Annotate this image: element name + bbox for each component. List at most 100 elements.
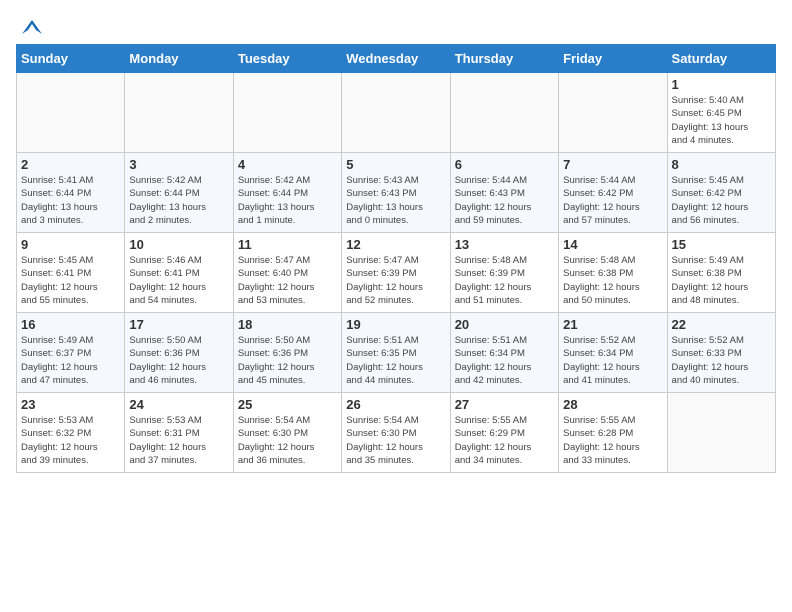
column-header-wednesday: Wednesday <box>342 45 450 73</box>
calendar-header-row: SundayMondayTuesdayWednesdayThursdayFrid… <box>17 45 776 73</box>
day-info: Sunrise: 5:50 AM Sunset: 6:36 PM Dayligh… <box>129 334 228 387</box>
calendar-day-cell: 6 Sunrise: 5:44 AM Sunset: 6:43 PM Daylig… <box>450 153 558 233</box>
day-number: 21 <box>563 317 662 332</box>
day-number: 10 <box>129 237 228 252</box>
calendar-day-cell: 14Sunrise: 5:48 AM Sunset: 6:38 PM Dayli… <box>559 233 667 313</box>
day-number: 22 <box>672 317 771 332</box>
calendar-day-cell: 15 Sunrise: 5:49 AM Sunset: 6:38 PM Dayli… <box>667 233 775 313</box>
calendar-day-cell: 25 Sunrise: 5:54 AM Sunset: 6:30 PM Dayli… <box>233 393 341 473</box>
day-number: 25 <box>238 397 337 412</box>
calendar-table: SundayMondayTuesdayWednesdayThursdayFrid… <box>16 44 776 473</box>
day-info: Sunrise: 5:46 AM Sunset: 6:41 PM Dayligh… <box>129 254 228 307</box>
calendar-day-cell: 23Sunrise: 5:53 AM Sunset: 6:32 PM Dayli… <box>17 393 125 473</box>
day-number: 26 <box>346 397 445 412</box>
calendar-day-cell: 20Sunrise: 5:51 AM Sunset: 6:34 PM Dayli… <box>450 313 558 393</box>
calendar-day-cell: 8 Sunrise: 5:45 AM Sunset: 6:42 PM Daylig… <box>667 153 775 233</box>
column-header-sunday: Sunday <box>17 45 125 73</box>
calendar-week-row: 23Sunrise: 5:53 AM Sunset: 6:32 PM Dayli… <box>17 393 776 473</box>
day-info: Sunrise: 5:55 AM Sunset: 6:29 PM Dayligh… <box>455 414 554 467</box>
day-number: 27 <box>455 397 554 412</box>
day-number: 24 <box>129 397 228 412</box>
day-info: Sunrise: 5:50 AM Sunset: 6:36 PM Dayligh… <box>238 334 337 387</box>
day-number: 17 <box>129 317 228 332</box>
day-number: 19 <box>346 317 445 332</box>
day-info: Sunrise: 5:40 AM Sunset: 6:45 PM Dayligh… <box>672 94 771 147</box>
calendar-day-cell: 3 Sunrise: 5:42 AM Sunset: 6:44 PM Daylig… <box>125 153 233 233</box>
column-header-thursday: Thursday <box>450 45 558 73</box>
calendar-day-cell: 7 Sunrise: 5:44 AM Sunset: 6:42 PM Daylig… <box>559 153 667 233</box>
day-number: 15 <box>672 237 771 252</box>
day-info: Sunrise: 5:42 AM Sunset: 6:44 PM Dayligh… <box>238 174 337 227</box>
day-info: Sunrise: 5:44 AM Sunset: 6:42 PM Dayligh… <box>563 174 662 227</box>
day-number: 13 <box>455 237 554 252</box>
day-number: 12 <box>346 237 445 252</box>
day-info: Sunrise: 5:45 AM Sunset: 6:42 PM Dayligh… <box>672 174 771 227</box>
day-info: Sunrise: 5:48 AM Sunset: 6:39 PM Dayligh… <box>455 254 554 307</box>
day-info: Sunrise: 5:55 AM Sunset: 6:28 PM Dayligh… <box>563 414 662 467</box>
calendar-day-cell <box>342 73 450 153</box>
calendar-day-cell: 16 Sunrise: 5:49 AM Sunset: 6:37 PM Dayli… <box>17 313 125 393</box>
calendar-day-cell: 24 Sunrise: 5:53 AM Sunset: 6:31 PM Dayli… <box>125 393 233 473</box>
day-number: 5 <box>346 157 445 172</box>
day-number: 8 <box>672 157 771 172</box>
calendar-day-cell <box>233 73 341 153</box>
calendar-day-cell <box>559 73 667 153</box>
calendar-day-cell <box>667 393 775 473</box>
calendar-week-row: 16 Sunrise: 5:49 AM Sunset: 6:37 PM Dayli… <box>17 313 776 393</box>
calendar-week-row: 2 Sunrise: 5:41 AM Sunset: 6:44 PM Daylig… <box>17 153 776 233</box>
column-header-friday: Friday <box>559 45 667 73</box>
calendar-week-row: 9 Sunrise: 5:45 AM Sunset: 6:41 PM Daylig… <box>17 233 776 313</box>
page-header <box>16 16 776 36</box>
calendar-day-cell: 12Sunrise: 5:47 AM Sunset: 6:39 PM Dayli… <box>342 233 450 313</box>
calendar-day-cell: 22 Sunrise: 5:52 AM Sunset: 6:33 PM Dayli… <box>667 313 775 393</box>
day-info: Sunrise: 5:44 AM Sunset: 6:43 PM Dayligh… <box>455 174 554 227</box>
calendar-day-cell: 17 Sunrise: 5:50 AM Sunset: 6:36 PM Dayli… <box>125 313 233 393</box>
day-number: 14 <box>563 237 662 252</box>
day-number: 16 <box>21 317 120 332</box>
calendar-day-cell: 21 Sunrise: 5:52 AM Sunset: 6:34 PM Dayli… <box>559 313 667 393</box>
day-info: Sunrise: 5:54 AM Sunset: 6:30 PM Dayligh… <box>346 414 445 467</box>
column-header-tuesday: Tuesday <box>233 45 341 73</box>
day-info: Sunrise: 5:52 AM Sunset: 6:34 PM Dayligh… <box>563 334 662 387</box>
day-number: 6 <box>455 157 554 172</box>
calendar-day-cell: 10 Sunrise: 5:46 AM Sunset: 6:41 PM Dayli… <box>125 233 233 313</box>
calendar-day-cell: 9 Sunrise: 5:45 AM Sunset: 6:41 PM Daylig… <box>17 233 125 313</box>
calendar-day-cell: 1Sunrise: 5:40 AM Sunset: 6:45 PM Daylig… <box>667 73 775 153</box>
day-number: 3 <box>129 157 228 172</box>
logo-bird-icon <box>18 16 46 36</box>
calendar-day-cell: 19 Sunrise: 5:51 AM Sunset: 6:35 PM Dayli… <box>342 313 450 393</box>
day-number: 28 <box>563 397 662 412</box>
day-info: Sunrise: 5:42 AM Sunset: 6:44 PM Dayligh… <box>129 174 228 227</box>
day-info: Sunrise: 5:45 AM Sunset: 6:41 PM Dayligh… <box>21 254 120 307</box>
calendar-day-cell: 4 Sunrise: 5:42 AM Sunset: 6:44 PM Daylig… <box>233 153 341 233</box>
calendar-day-cell <box>450 73 558 153</box>
day-info: Sunrise: 5:47 AM Sunset: 6:40 PM Dayligh… <box>238 254 337 307</box>
day-info: Sunrise: 5:43 AM Sunset: 6:43 PM Dayligh… <box>346 174 445 227</box>
day-number: 18 <box>238 317 337 332</box>
day-number: 7 <box>563 157 662 172</box>
day-number: 11 <box>238 237 337 252</box>
day-info: Sunrise: 5:41 AM Sunset: 6:44 PM Dayligh… <box>21 174 120 227</box>
day-info: Sunrise: 5:54 AM Sunset: 6:30 PM Dayligh… <box>238 414 337 467</box>
day-info: Sunrise: 5:49 AM Sunset: 6:38 PM Dayligh… <box>672 254 771 307</box>
day-info: Sunrise: 5:49 AM Sunset: 6:37 PM Dayligh… <box>21 334 120 387</box>
day-number: 4 <box>238 157 337 172</box>
day-number: 23 <box>21 397 120 412</box>
calendar-day-cell: 27 Sunrise: 5:55 AM Sunset: 6:29 PM Dayli… <box>450 393 558 473</box>
day-info: Sunrise: 5:51 AM Sunset: 6:34 PM Dayligh… <box>455 334 554 387</box>
calendar-day-cell: 18 Sunrise: 5:50 AM Sunset: 6:36 PM Dayli… <box>233 313 341 393</box>
day-number: 2 <box>21 157 120 172</box>
calendar-week-row: 1Sunrise: 5:40 AM Sunset: 6:45 PM Daylig… <box>17 73 776 153</box>
calendar-day-cell: 2 Sunrise: 5:41 AM Sunset: 6:44 PM Daylig… <box>17 153 125 233</box>
calendar-day-cell: 11 Sunrise: 5:47 AM Sunset: 6:40 PM Dayli… <box>233 233 341 313</box>
column-header-monday: Monday <box>125 45 233 73</box>
calendar-day-cell <box>125 73 233 153</box>
day-info: Sunrise: 5:53 AM Sunset: 6:31 PM Dayligh… <box>129 414 228 467</box>
calendar-day-cell: 26 Sunrise: 5:54 AM Sunset: 6:30 PM Dayli… <box>342 393 450 473</box>
day-info: Sunrise: 5:51 AM Sunset: 6:35 PM Dayligh… <box>346 334 445 387</box>
calendar-day-cell <box>17 73 125 153</box>
calendar-day-cell: 28 Sunrise: 5:55 AM Sunset: 6:28 PM Dayli… <box>559 393 667 473</box>
day-info: Sunrise: 5:52 AM Sunset: 6:33 PM Dayligh… <box>672 334 771 387</box>
column-header-saturday: Saturday <box>667 45 775 73</box>
day-number: 9 <box>21 237 120 252</box>
